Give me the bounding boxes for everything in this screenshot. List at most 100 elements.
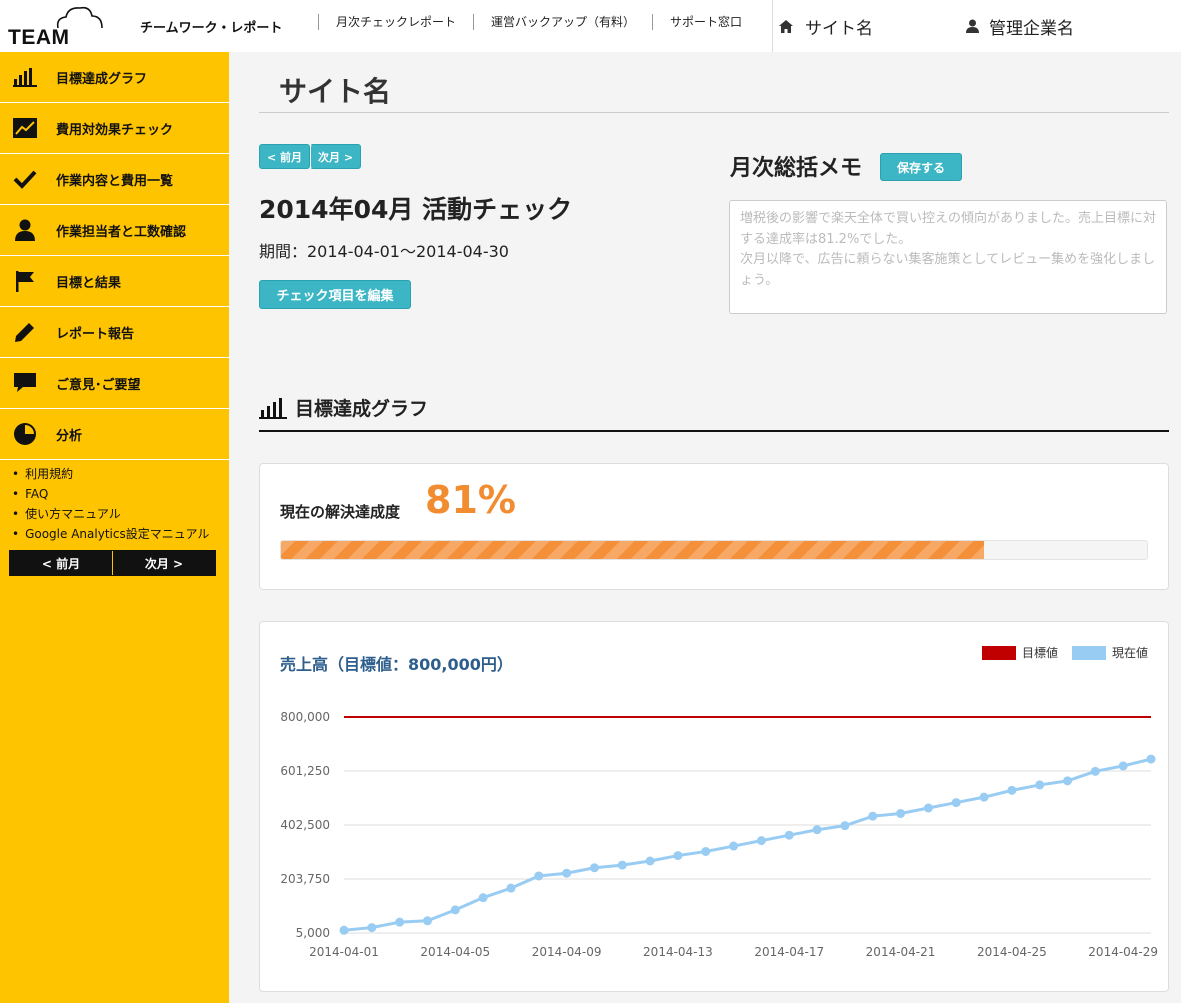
data-point[interactable] — [534, 871, 544, 881]
data-point[interactable] — [450, 905, 460, 915]
x-tick-label: 2014-04-05 — [420, 945, 490, 959]
sidebar-item-analysis[interactable]: 分析 — [0, 409, 229, 460]
data-point[interactable] — [562, 868, 572, 878]
data-point[interactable] — [617, 860, 627, 870]
data-point[interactable] — [589, 863, 599, 873]
data-point[interactable] — [673, 851, 683, 861]
legend-item-current: 現在値 — [1071, 644, 1148, 661]
link-ga-manual[interactable]: Google Analytics設定マニュアル — [12, 524, 229, 544]
data-point[interactable] — [367, 923, 377, 933]
nav-support[interactable]: サポート窓口 — [652, 14, 759, 30]
data-point[interactable] — [951, 798, 961, 808]
sidebar-prev-button[interactable]: < 前月 — [10, 551, 112, 575]
chart-title: 売上高（目標値：800,000円） — [280, 655, 513, 674]
data-point[interactable] — [840, 821, 850, 831]
legend-label-target: 目標値 — [1021, 646, 1058, 660]
data-point[interactable] — [979, 792, 989, 802]
data-point[interactable] — [645, 856, 655, 866]
legend-swatch-target — [981, 645, 1016, 660]
sidebar-item-label: 目標達成グラフ — [56, 71, 148, 87]
sidebar-item-report[interactable]: レポート報告 — [0, 307, 229, 358]
app-title: チームワーク・レポート — [140, 21, 283, 36]
sidebar-item-label: 分析 — [56, 428, 83, 444]
data-point[interactable] — [756, 836, 766, 846]
data-point[interactable] — [729, 841, 739, 851]
bar-chart-icon — [259, 398, 287, 419]
data-point[interactable] — [868, 811, 878, 821]
bar-chart-icon — [12, 64, 38, 90]
user-icon — [12, 217, 38, 243]
link-terms[interactable]: 利用規約 — [12, 464, 229, 484]
x-tick-label: 2014-04-17 — [754, 945, 824, 959]
edit-check-items-button[interactable]: チェック項目を編集 — [259, 280, 411, 309]
x-tick-label: 2014-04-13 — [643, 945, 713, 959]
data-point[interactable] — [812, 825, 822, 835]
data-point[interactable] — [1146, 754, 1156, 764]
pie-chart-icon — [12, 421, 38, 447]
memo-title: 月次総括メモ — [730, 156, 863, 181]
data-point[interactable] — [422, 916, 432, 926]
data-point[interactable] — [478, 893, 488, 903]
x-tick-label: 2014-04-01 — [309, 945, 379, 959]
company-selector[interactable]: 管理企業名 — [966, 0, 1074, 52]
top-header: TEAM WORK チームワーク・レポート 月次チェックレポート 運営バックアッ… — [0, 0, 1181, 73]
section-header: 目標達成グラフ — [259, 390, 1169, 432]
y-tick-label: 402,500 — [280, 818, 330, 832]
y-tick-label: 203,750 — [280, 872, 330, 886]
sales-chart-card: 800,000 601,250 402,500 203,750 5,000 2014-04… — [259, 621, 1169, 992]
top-nav: 月次チェックレポート 運営バックアップ（有料） サポート窓口 — [318, 14, 759, 30]
pencil-icon — [12, 319, 38, 345]
line-chart-icon — [12, 115, 38, 141]
data-point[interactable] — [896, 808, 906, 818]
legend-label-current: 現在値 — [1111, 646, 1148, 660]
comment-icon — [12, 370, 38, 396]
data-point[interactable] — [923, 803, 933, 813]
link-faq[interactable]: FAQ — [12, 484, 229, 504]
progress-bar — [280, 540, 1148, 560]
save-memo-button[interactable]: 保存する — [880, 153, 962, 181]
data-point[interactable] — [339, 925, 349, 935]
site-selector[interactable]: サイト名 — [772, 0, 952, 52]
check-icon — [12, 166, 38, 192]
sidebar-item-label: レポート報告 — [56, 326, 135, 342]
sidebar-item-staff-hours[interactable]: 作業担当者と工数確認 — [0, 205, 229, 256]
y-tick-label: 601,250 — [280, 764, 330, 778]
data-point[interactable] — [1035, 780, 1045, 790]
logo[interactable]: TEAM WORK — [6, 4, 136, 73]
sidebar-item-feedback[interactable]: ご意見･ご要望 — [0, 358, 229, 409]
sales-line-chart: 800,000 601,250 402,500 203,750 5,000 2014-04… — [280, 710, 1158, 959]
period-text: 期間：2014-04-01～2014-04-30 — [259, 242, 509, 261]
sidebar-item-goal-graph[interactable]: 目標達成グラフ — [0, 52, 229, 103]
series-line-current — [343, 757, 1152, 932]
data-point[interactable] — [1090, 766, 1100, 776]
y-tick-label: 800,000 — [280, 710, 330, 724]
x-tick-label: 2014-04-29 — [1088, 945, 1158, 959]
sidebar-item-label: 目標と結果 — [56, 275, 122, 291]
data-point[interactable] — [701, 846, 711, 856]
site-name: サイト名 — [805, 18, 873, 39]
nav-monthly-report[interactable]: 月次チェックレポート — [318, 14, 473, 30]
data-point[interactable] — [1118, 761, 1128, 771]
prev-month-button[interactable]: < 前月 — [259, 144, 311, 169]
flag-icon — [12, 268, 38, 294]
data-point[interactable] — [395, 917, 405, 927]
sidebar-links: 利用規約 FAQ 使い方マニュアル Google Analytics設定マニュア… — [0, 460, 229, 544]
progress-percent: 81% — [425, 478, 516, 522]
sidebar-item-cost-effectiveness[interactable]: 費用対効果チェック — [0, 103, 229, 154]
nav-backup[interactable]: 運営バックアップ（有料） — [473, 14, 652, 30]
data-point[interactable] — [1063, 776, 1073, 786]
link-manual[interactable]: 使い方マニュアル — [12, 504, 229, 524]
next-month-button[interactable]: 次月 > — [310, 144, 362, 169]
data-point[interactable] — [1007, 785, 1017, 795]
sidebar-item-goals-results[interactable]: 目標と結果 — [0, 256, 229, 307]
sidebar-item-work-cost-list[interactable]: 作業内容と費用一覧 — [0, 154, 229, 205]
data-point[interactable] — [506, 883, 516, 893]
user-icon — [966, 19, 979, 33]
data-point[interactable] — [784, 830, 794, 840]
company-name: 管理企業名 — [989, 18, 1074, 39]
sidebar-item-label: 作業担当者と工数確認 — [56, 224, 187, 240]
sidebar-pager: < 前月 次月 > — [9, 550, 216, 576]
sidebar-next-button[interactable]: 次月 > — [112, 551, 215, 575]
home-icon — [779, 19, 793, 33]
memo-textarea[interactable]: 増税後の影響で楽天全体で買い控えの傾向がありました。売上目標に対する達成率は81… — [729, 200, 1167, 314]
